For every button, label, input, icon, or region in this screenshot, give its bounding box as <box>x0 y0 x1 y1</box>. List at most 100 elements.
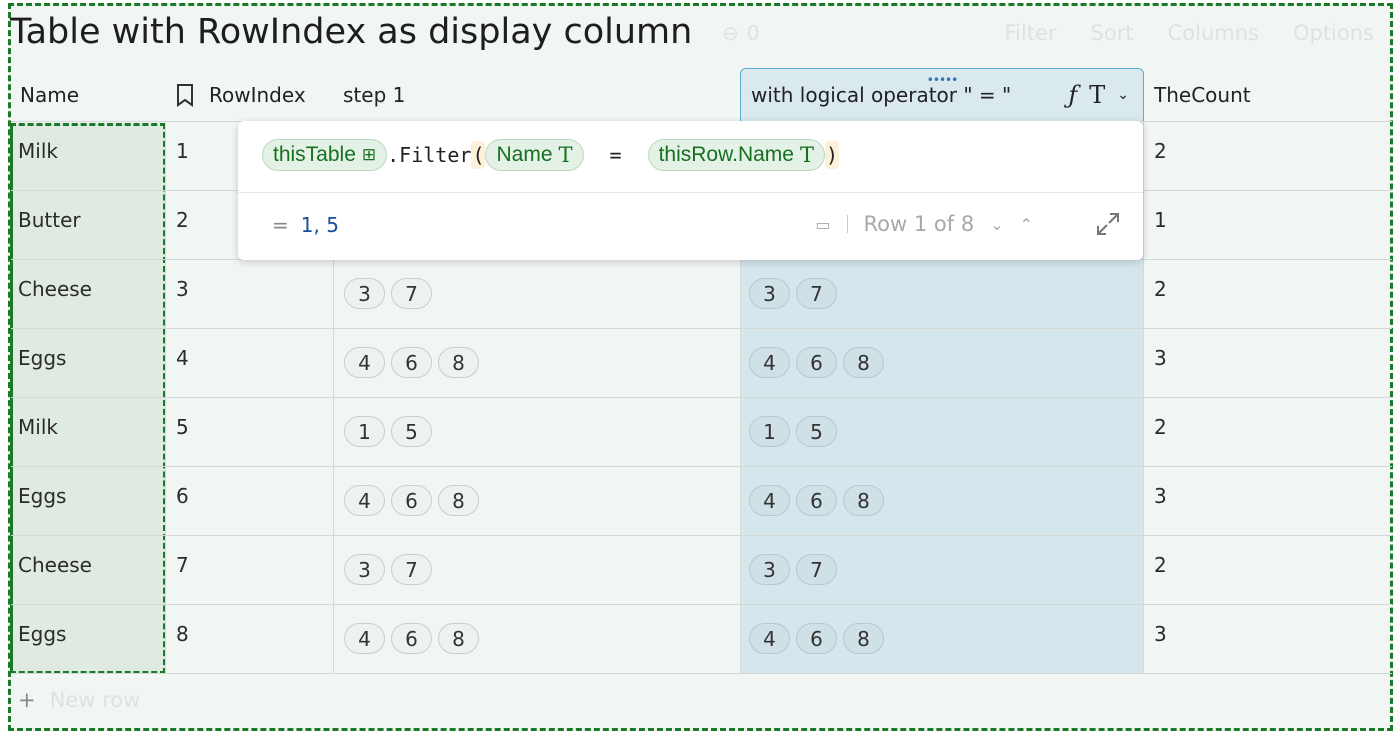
cell-thecount[interactable]: 3 <box>1154 604 1167 673</box>
cell-logical[interactable]: 15 <box>749 397 837 466</box>
cell-step1[interactable]: 468 <box>344 466 479 535</box>
cell-rowindex[interactable]: 3 <box>176 259 189 328</box>
cell-rowindex[interactable]: 8 <box>176 604 189 673</box>
cell-name[interactable]: Milk <box>18 397 58 466</box>
row-status: Row 1 of 8 <box>863 212 975 236</box>
row-reference-chip[interactable]: 8 <box>438 347 479 378</box>
cell-rowindex[interactable]: 4 <box>176 328 189 397</box>
cell-rowindex[interactable]: 5 <box>176 397 189 466</box>
cell-step1[interactable]: 468 <box>344 604 479 673</box>
column-header-name[interactable]: Name <box>10 68 165 121</box>
keyboard-icon[interactable]: ▭ <box>815 215 830 234</box>
cell-step1[interactable]: 37 <box>344 535 432 604</box>
comments-button[interactable]: ⊖ 0 <box>722 21 760 45</box>
row-reference-chip[interactable]: 7 <box>796 278 837 309</box>
cell-name[interactable]: Eggs <box>18 328 66 397</box>
cell-thecount[interactable]: 2 <box>1154 397 1167 466</box>
expand-icon[interactable] <box>1095 211 1121 237</box>
row-reference-chip[interactable]: 6 <box>391 623 432 654</box>
cell-thecount[interactable]: 3 <box>1154 466 1167 535</box>
row-reference-chip[interactable]: 7 <box>391 278 432 309</box>
cell-thecount[interactable]: 2 <box>1154 121 1167 190</box>
options-button[interactable]: Options <box>1293 21 1374 45</box>
row-reference-chip[interactable]: 6 <box>796 485 837 516</box>
row-reference-chip[interactable]: 7 <box>391 554 432 585</box>
row-reference-chip[interactable]: 4 <box>344 623 385 654</box>
token-this-row-name[interactable]: thisRow.Name T <box>647 139 825 171</box>
cell-thecount[interactable]: 3 <box>1154 328 1167 397</box>
divider <box>846 215 848 233</box>
row-reference-chip[interactable]: 1 <box>344 416 385 447</box>
row-reference-chip[interactable]: 3 <box>749 278 790 309</box>
cell-step1[interactable]: 37 <box>344 259 432 328</box>
column-header-logical[interactable]: ••••• with logical operator " = " ƒ T ⌄ <box>740 68 1144 121</box>
row-reference-chip[interactable]: 4 <box>749 347 790 378</box>
cell-name[interactable]: Milk <box>18 121 58 190</box>
row-divider <box>11 535 1392 536</box>
cell-step1[interactable]: 15 <box>344 397 432 466</box>
page-title: Table with RowIndex as display column <box>10 12 693 52</box>
cell-rowindex[interactable]: 6 <box>176 466 189 535</box>
row-reference-chip[interactable]: 8 <box>438 485 479 516</box>
row-reference-chip[interactable]: 1 <box>749 416 790 447</box>
row-reference-chip[interactable]: 4 <box>749 485 790 516</box>
row-reference-chip[interactable]: 6 <box>391 347 432 378</box>
row-reference-chip[interactable]: 4 <box>749 623 790 654</box>
row-reference-chip[interactable]: 7 <box>796 554 837 585</box>
sort-button[interactable]: Sort <box>1091 21 1134 45</box>
new-row-button[interactable]: + New row <box>18 688 140 712</box>
cell-logical[interactable]: 468 <box>749 466 884 535</box>
row-reference-chip[interactable]: 8 <box>843 347 884 378</box>
cell-name[interactable]: Eggs <box>18 604 66 673</box>
column-header-step1[interactable]: step 1 <box>333 68 740 121</box>
cell-step1[interactable]: 468 <box>344 328 479 397</box>
cell-logical[interactable]: 468 <box>749 604 884 673</box>
row-divider <box>11 328 1392 329</box>
cell-name[interactable]: Butter <box>18 190 81 259</box>
cell-rowindex[interactable]: 2 <box>176 190 189 259</box>
filter-button[interactable]: Filter <box>1005 21 1057 45</box>
cell-thecount[interactable]: 1 <box>1154 190 1167 259</box>
chevron-down-icon[interactable]: ⌄ <box>1117 87 1129 103</box>
row-reference-chip[interactable]: 5 <box>391 416 432 447</box>
cell-logical[interactable]: 37 <box>749 259 837 328</box>
token-name[interactable]: Name T <box>485 139 584 171</box>
row-reference-chip[interactable]: 6 <box>796 347 837 378</box>
row-reference-chip[interactable]: 3 <box>344 554 385 585</box>
chevron-up-icon[interactable]: ⌃ <box>1020 215 1033 234</box>
row-reference-chip[interactable]: 8 <box>843 485 884 516</box>
text-type-icon: T <box>1089 81 1106 109</box>
row-reference-chip[interactable]: 4 <box>344 485 385 516</box>
columns-button[interactable]: Columns <box>1168 21 1259 45</box>
cell-rowindex[interactable]: 1 <box>176 121 189 190</box>
plus-icon: + <box>18 688 36 712</box>
row-divider <box>11 673 1392 674</box>
cell-logical[interactable]: 37 <box>749 535 837 604</box>
cell-thecount[interactable]: 2 <box>1154 535 1167 604</box>
cell-name[interactable]: Cheese <box>18 259 92 328</box>
formula-popup: thisTable ⊞ .Filter( Name T = thisRow.Name… <box>238 121 1143 260</box>
row-reference-chip[interactable]: 5 <box>796 416 837 447</box>
cell-logical[interactable]: 468 <box>749 328 884 397</box>
cell-rowindex[interactable]: 7 <box>176 535 189 604</box>
row-reference-chip[interactable]: 4 <box>344 347 385 378</box>
row-divider <box>11 604 1392 605</box>
row-reference-chip[interactable]: 8 <box>438 623 479 654</box>
chevron-down-icon[interactable]: ⌄ <box>990 215 1003 234</box>
row-reference-chip[interactable]: 3 <box>344 278 385 309</box>
formula-editor[interactable]: thisTable ⊞ .Filter( Name T = thisRow.Name… <box>262 139 840 171</box>
column-header-thecount[interactable]: TheCount <box>1144 68 1384 121</box>
row-reference-chip[interactable]: 8 <box>843 623 884 654</box>
bookmark-icon <box>177 83 193 107</box>
row-divider <box>11 466 1392 467</box>
cell-name[interactable]: Eggs <box>18 466 66 535</box>
row-reference-chip[interactable]: 6 <box>796 623 837 654</box>
row-reference-chip[interactable]: 6 <box>391 485 432 516</box>
token-this-table[interactable]: thisTable ⊞ <box>262 139 388 171</box>
drag-handle[interactable]: ••••• <box>927 73 958 87</box>
column-header-rowindex[interactable]: RowIndex <box>165 68 333 121</box>
formula-result: = 1, 5 <box>272 213 339 237</box>
cell-name[interactable]: Cheese <box>18 535 92 604</box>
cell-thecount[interactable]: 2 <box>1154 259 1167 328</box>
row-reference-chip[interactable]: 3 <box>749 554 790 585</box>
